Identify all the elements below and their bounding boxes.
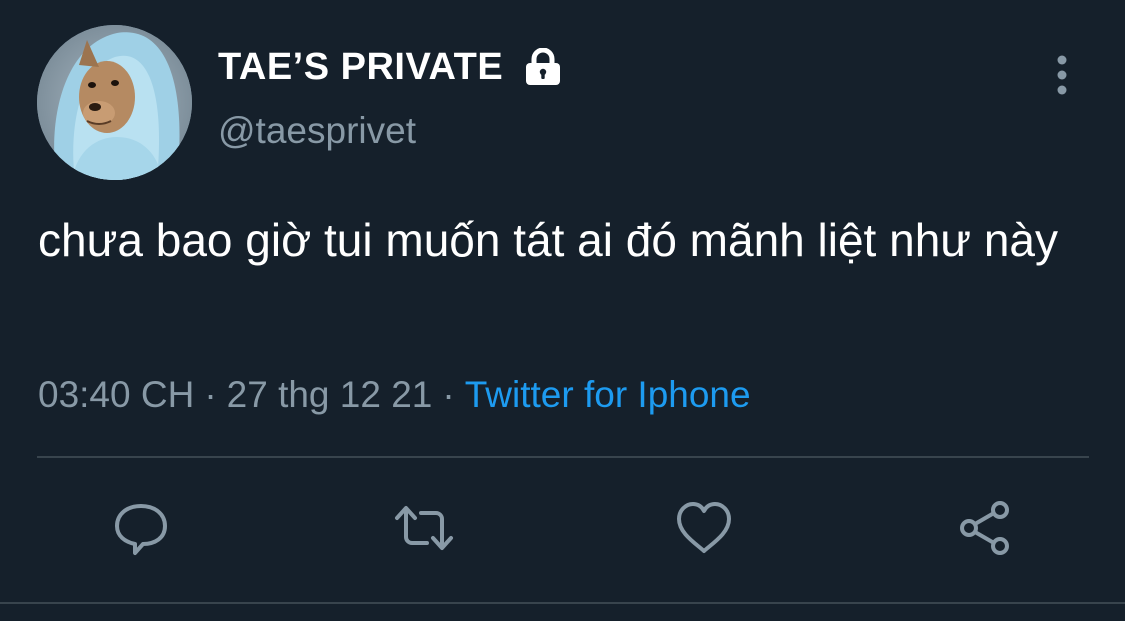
tweet-source-link[interactable]: Twitter for Iphone: [465, 374, 751, 416]
reply-icon: [115, 504, 167, 555]
lock-icon: [523, 48, 563, 86]
tweet-text: chưa bao giờ tui muốn tát ai đó mãnh liệ…: [38, 214, 1059, 266]
avatar[interactable]: [37, 25, 192, 180]
tweet-detail: TAE’S PRIVATE @taesprivet chưa bao giờ t…: [0, 0, 1125, 621]
divider: [0, 602, 1125, 604]
reply-button[interactable]: [110, 497, 172, 559]
display-name[interactable]: TAE’S PRIVATE: [218, 46, 503, 89]
meta-separator: ·: [204, 374, 217, 415]
tweet-metadata: 03:40 CH · 27 thg 12 21 · Twitter for Ip…: [38, 374, 751, 416]
share-icon: [960, 501, 1009, 555]
heart-icon: [677, 502, 731, 553]
more-vertical-icon: [1057, 55, 1067, 95]
retweet-button[interactable]: [393, 497, 455, 559]
display-name-row: TAE’S PRIVATE: [218, 44, 563, 90]
tweet-date: 27 thg 12 21: [226, 374, 433, 415]
action-bar: [0, 497, 1125, 559]
retweet-icon: [395, 506, 453, 550]
meta-separator: ·: [442, 374, 455, 415]
share-button[interactable]: [955, 497, 1017, 559]
like-button[interactable]: [673, 497, 735, 559]
divider: [37, 456, 1089, 458]
more-options-button[interactable]: [1044, 52, 1080, 98]
avatar-image: [37, 25, 192, 180]
user-handle[interactable]: @taesprivet: [218, 110, 416, 152]
tweet-time: 03:40 CH: [38, 374, 195, 415]
